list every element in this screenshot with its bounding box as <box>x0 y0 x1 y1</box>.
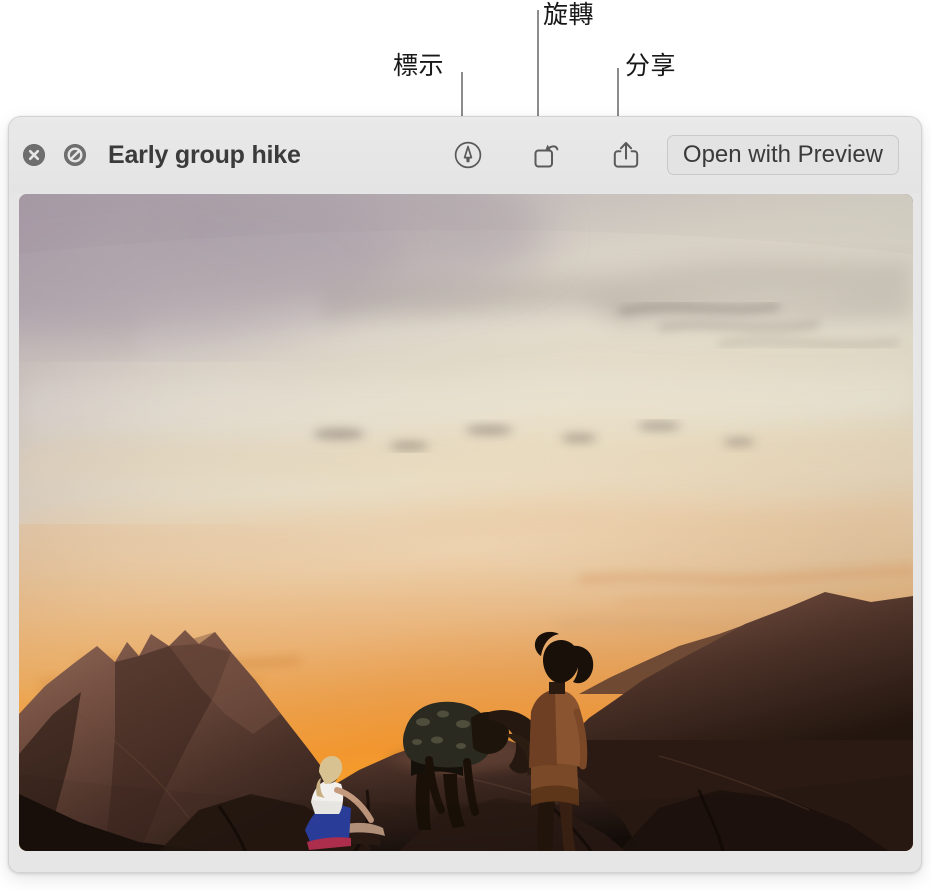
share-icon <box>613 142 639 168</box>
document-title: Early group hike <box>108 140 301 169</box>
prohibit-icon <box>64 144 86 166</box>
callout-label-share: 分享 <box>625 51 677 80</box>
photo-illustration <box>19 194 913 851</box>
callout-label-rotate: 旋轉 <box>543 0 595 29</box>
share-button[interactable] <box>609 138 643 172</box>
markup-button[interactable] <box>451 138 485 172</box>
reject-button[interactable] <box>64 144 86 166</box>
window-titlebar: Early group hike Open with Preview <box>9 117 921 193</box>
close-icon <box>23 144 45 166</box>
callout-label-markup: 標示 <box>393 51 445 80</box>
window-toolbar <box>451 138 667 172</box>
quick-look-window: Early group hike Open with Preview <box>8 116 922 873</box>
rotate-left-icon <box>534 144 559 168</box>
markup-pen-icon <box>454 141 482 169</box>
rotate-button[interactable] <box>530 138 564 172</box>
close-button[interactable] <box>23 144 45 166</box>
preview-image[interactable] <box>19 194 913 851</box>
screenshot-root: 標示 旋轉 分享 Early group hike Open with Prev… <box>0 0 931 891</box>
open-with-preview-button[interactable]: Open with Preview <box>666 135 899 175</box>
